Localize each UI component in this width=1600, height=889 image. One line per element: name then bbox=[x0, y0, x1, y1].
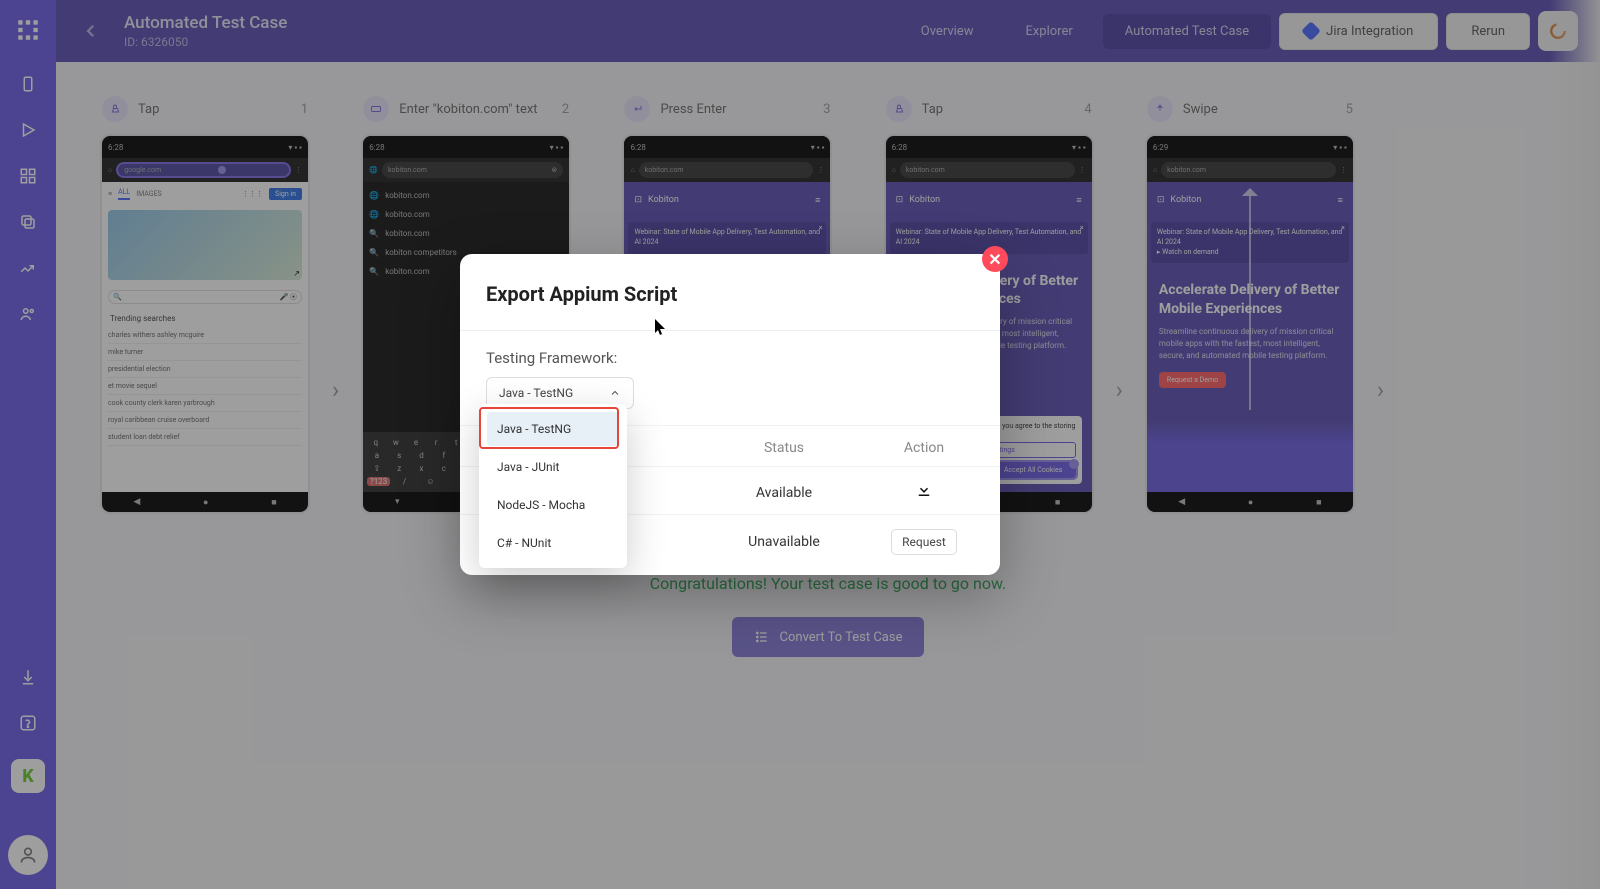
framework-dropdown: Java - TestNG Java - JUnit NodeJS - Moch… bbox=[479, 404, 627, 568]
modal-title: Export Appium Script bbox=[460, 254, 1000, 331]
status-unavailable: Unavailable bbox=[694, 534, 874, 550]
col-status: Status bbox=[694, 440, 874, 456]
select-value: Java - TestNG bbox=[499, 386, 573, 400]
cursor-icon bbox=[654, 318, 668, 340]
framework-option-testng[interactable]: Java - TestNG bbox=[487, 412, 619, 446]
download-action-icon[interactable] bbox=[915, 483, 933, 504]
framework-option-nunit[interactable]: C# - NUnit bbox=[487, 526, 619, 560]
status-available: Available bbox=[694, 485, 874, 501]
request-button[interactable]: Request bbox=[891, 529, 957, 555]
chevron-up-icon bbox=[609, 387, 621, 399]
framework-option-junit[interactable]: Java - JUnit bbox=[487, 450, 619, 484]
framework-label: Testing Framework: bbox=[486, 349, 974, 367]
col-action: Action bbox=[874, 440, 974, 456]
modal-close-button[interactable]: ✕ bbox=[982, 246, 1008, 272]
framework-option-mocha[interactable]: NodeJS - Mocha bbox=[487, 488, 619, 522]
